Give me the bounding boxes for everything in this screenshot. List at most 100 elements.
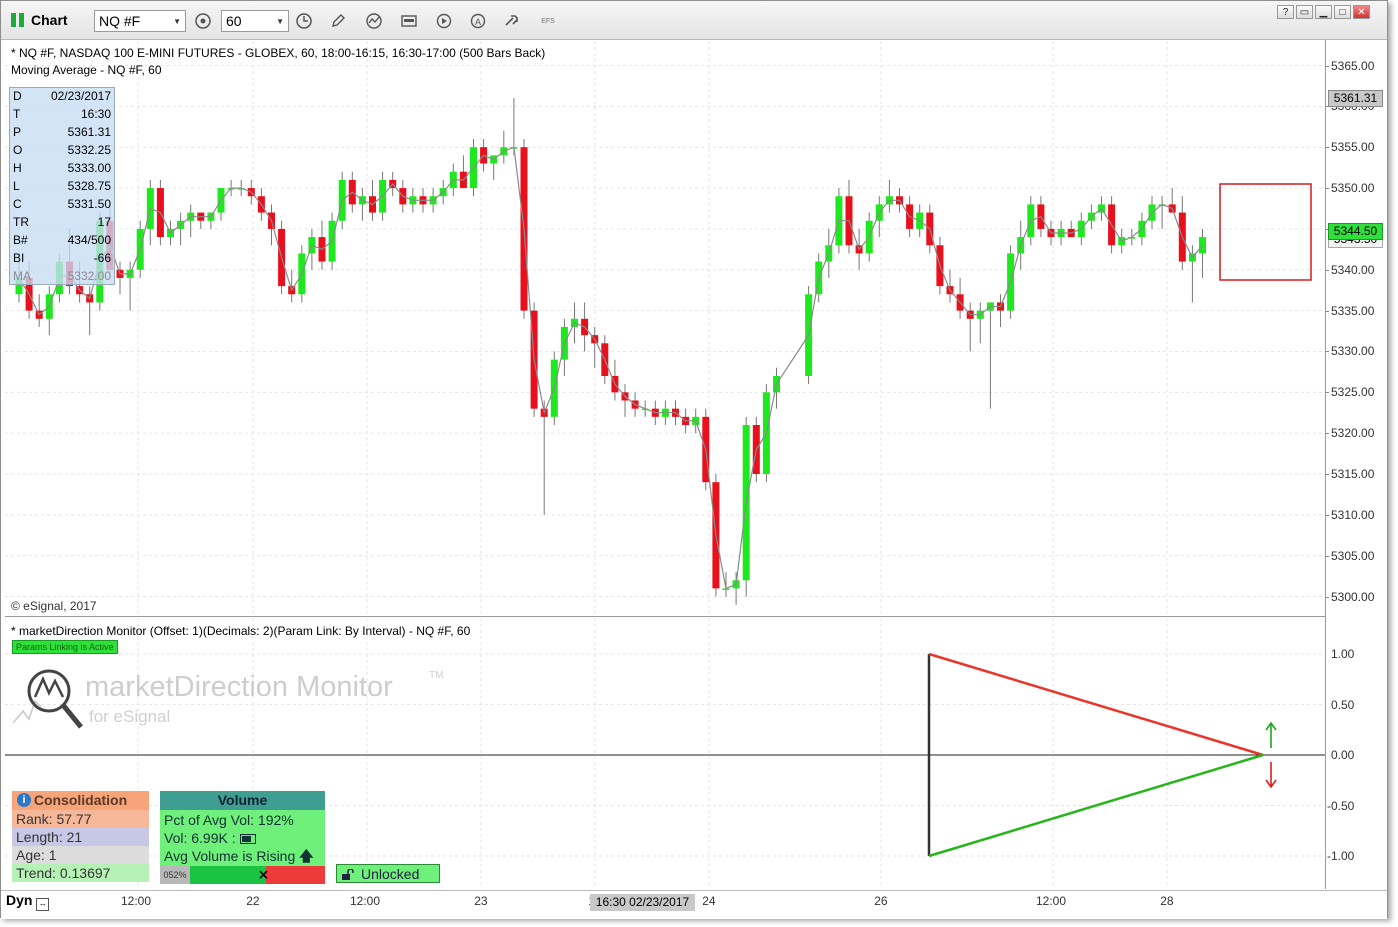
dynamic-scale-toggle[interactable]: Dyn ↔ bbox=[6, 892, 50, 911]
data-window-value: 5332.25 bbox=[67, 143, 111, 157]
consolidation-trend: Trend: 0.13697 bbox=[12, 864, 149, 882]
clock-icon[interactable] bbox=[294, 11, 314, 31]
price-tick-label: 5365.00 bbox=[1331, 58, 1375, 73]
chart-header-study: Moving Average - NQ #F, 60 bbox=[11, 63, 162, 77]
data-window-key: B# bbox=[13, 233, 28, 247]
chevron-down-icon[interactable]: ▼ bbox=[276, 17, 284, 26]
logo-text: marketDirection Monitor bbox=[85, 671, 393, 703]
data-window-value: 5331.50 bbox=[67, 197, 111, 211]
time-tick-label: 12:00 bbox=[350, 894, 381, 908]
volume-trend-row: Avg Volume is Rising 🡅 bbox=[164, 847, 321, 865]
consolidation-title: Consolidation bbox=[33, 792, 128, 808]
tools-icon[interactable] bbox=[503, 11, 523, 31]
scale-icon: ↔ bbox=[36, 898, 50, 911]
help-button[interactable]: ? bbox=[1277, 5, 1294, 19]
close-button[interactable]: ✕ bbox=[1353, 5, 1370, 19]
data-window-key: MA bbox=[13, 269, 31, 283]
alert-icon[interactable]: A bbox=[468, 11, 488, 31]
moving-average-line bbox=[18, 146, 1203, 590]
dyn-label: Dyn bbox=[6, 892, 33, 908]
data-window-value: 17 bbox=[97, 215, 111, 229]
pencil-icon[interactable] bbox=[328, 11, 348, 31]
consolidation-box bbox=[1219, 183, 1312, 281]
chart-window: Chart NQ #F ▼ 60 ▼ A EFS ? ▭ ▁ □ ✕ 5365.… bbox=[0, 0, 1388, 919]
copyright: © eSignal, 2017 bbox=[11, 599, 97, 613]
price-tick-mark bbox=[1325, 514, 1329, 516]
market-direction-logo-icon bbox=[13, 669, 83, 729]
chart-header-symbol: * NQ #F, NASDAQ 100 E-MINI FUTURES - GLO… bbox=[11, 46, 546, 60]
data-window-row: MA 5332.00 bbox=[10, 268, 114, 286]
data-window-key: BI bbox=[13, 251, 25, 265]
symbol-input[interactable]: NQ #F ▼ bbox=[94, 10, 186, 32]
logo-subtitle: for eSignal bbox=[89, 707, 171, 726]
volume-bar-fill bbox=[190, 866, 266, 884]
calendar-icon[interactable] bbox=[399, 11, 419, 31]
price-tick-mark bbox=[1325, 555, 1329, 557]
data-window-value: 16:30 bbox=[80, 107, 111, 121]
data-window-value: 5361.31 bbox=[67, 125, 111, 139]
price-tick-mark bbox=[1325, 188, 1329, 190]
minimize-button[interactable]: ▁ bbox=[1315, 5, 1332, 19]
consolidation-age: Age: 1 bbox=[12, 846, 149, 864]
price-tick-mark bbox=[1325, 65, 1329, 67]
study-icon[interactable] bbox=[364, 11, 384, 31]
price-tick-mark bbox=[1325, 351, 1329, 353]
data-window-row: O 5332.25 bbox=[10, 142, 114, 160]
efs-icon[interactable]: EFS bbox=[538, 11, 558, 31]
price-tick-mark bbox=[1325, 474, 1329, 476]
data-window-row: C 5331.50 bbox=[10, 196, 114, 214]
candle-up bbox=[1199, 237, 1206, 254]
price-tick-mark bbox=[1325, 310, 1329, 312]
price-tick-label: 5335.00 bbox=[1331, 303, 1375, 318]
consolidation-rank: Rank: 57.77 bbox=[12, 810, 149, 828]
indicator-tick-label: -1.00 bbox=[1327, 849, 1355, 863]
interval-input[interactable]: 60 ▼ bbox=[221, 10, 289, 32]
restore-button[interactable]: ▭ bbox=[1296, 5, 1313, 19]
data-window-value: -66 bbox=[93, 251, 111, 265]
close-icon: ✕ bbox=[1357, 7, 1366, 18]
chart-toolbar: Chart NQ #F ▼ 60 ▼ A EFS ? ▭ ▁ □ ✕ bbox=[1, 1, 1387, 40]
maximize-button[interactable]: □ bbox=[1334, 5, 1351, 19]
symbol-value: NQ #F bbox=[99, 13, 141, 29]
price-chart[interactable] bbox=[5, 41, 1325, 617]
play-icon[interactable] bbox=[434, 11, 454, 31]
logo-trademark: TM bbox=[429, 670, 444, 681]
current-price-value: 5344.50 bbox=[1333, 224, 1378, 238]
price-tick-label: 5305.00 bbox=[1331, 548, 1375, 563]
volume-trend: Avg Volume is Rising bbox=[164, 848, 296, 864]
last-price-tag: 5361.31 bbox=[1328, 90, 1383, 107]
price-tick-mark bbox=[1325, 433, 1329, 435]
data-window-key: TR bbox=[13, 215, 29, 229]
data-window[interactable]: D 02/23/2017 T 16:30 P 5361.31 O 5332.25 H 5333.0… bbox=[9, 87, 115, 285]
data-window-row: L 5328.75 bbox=[10, 178, 114, 196]
lock-toggle[interactable]: Unlocked bbox=[336, 864, 440, 883]
consolidation-panel: i Consolidation Rank: 57.77 Length: 21 A… bbox=[12, 791, 149, 882]
volume-progress-bar: 052% ⨯ bbox=[160, 866, 325, 884]
price-tick-label: 5315.00 bbox=[1331, 467, 1375, 482]
time-tick-label: 24 bbox=[702, 894, 716, 908]
svg-text:A: A bbox=[475, 17, 481, 27]
price-tick-mark bbox=[1325, 392, 1329, 394]
battery-icon bbox=[239, 834, 256, 845]
data-window-key: T bbox=[13, 107, 21, 121]
efs-label: EFS bbox=[541, 17, 555, 25]
indicator-tick-label: 0.50 bbox=[1331, 697, 1355, 712]
info-icon[interactable]: i bbox=[17, 793, 31, 807]
link-settings-icon[interactable] bbox=[193, 11, 213, 31]
data-window-value: 02/23/2017 bbox=[50, 89, 111, 103]
data-window-row: D 02/23/2017 bbox=[10, 88, 114, 106]
data-window-row: BI -66 bbox=[10, 250, 114, 268]
data-window-row: T 16:30 bbox=[10, 106, 114, 124]
indicator-tick-label: 0.00 bbox=[1331, 748, 1355, 762]
data-window-value: 5328.75 bbox=[67, 179, 111, 193]
indicator-tick-label: -0.50 bbox=[1327, 798, 1355, 813]
time-tick-label: 26 bbox=[874, 894, 888, 908]
chart-title: Chart bbox=[11, 12, 68, 28]
chart-bars-icon bbox=[11, 13, 25, 27]
chevron-down-icon[interactable]: ▼ bbox=[173, 17, 181, 26]
indicator-tick-label: 1.00 bbox=[1331, 647, 1355, 661]
maximize-icon: □ bbox=[1339, 7, 1346, 18]
data-window-key: D bbox=[13, 89, 22, 103]
data-window-key: P bbox=[13, 125, 22, 139]
consolidation-length: Length: 21 bbox=[12, 828, 149, 846]
